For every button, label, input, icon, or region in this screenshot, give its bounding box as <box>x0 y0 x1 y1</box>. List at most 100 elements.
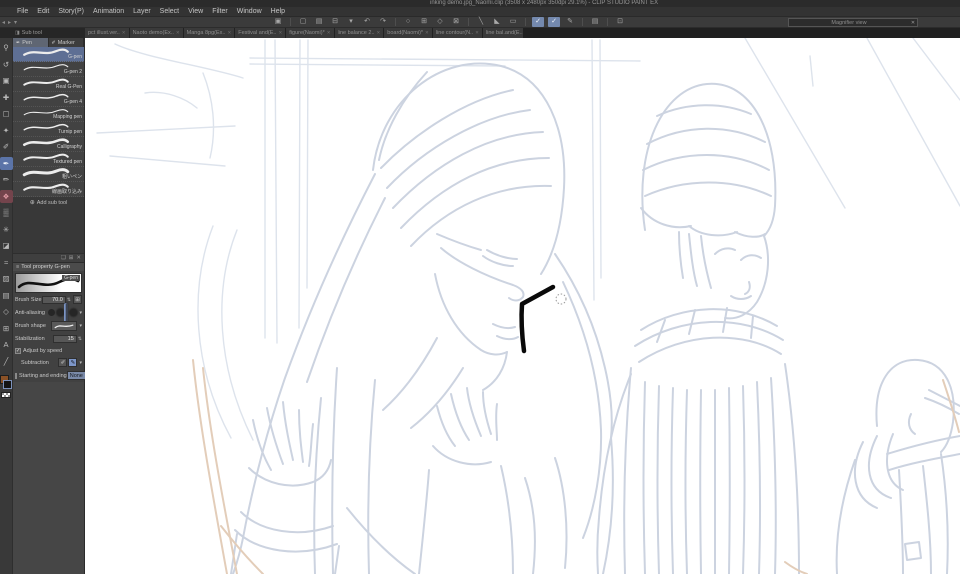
invert-select-icon[interactable]: ◇ <box>434 17 446 27</box>
brush-item[interactable]: Mapping pen <box>13 107 84 122</box>
duplicate-subtool-icon[interactable]: ⊞ <box>69 255 74 261</box>
menu-layer[interactable]: Layer <box>133 8 151 15</box>
rotate-view-icon[interactable]: ⊡ <box>614 17 626 27</box>
correct-line-icon[interactable]: ✎ <box>564 17 576 27</box>
subtraction-on-option[interactable]: ✎ <box>68 358 78 367</box>
ruler-tool-icon[interactable]: ╱ <box>0 355 13 368</box>
close-tab-icon[interactable]: ✕ <box>475 30 479 36</box>
document-tab[interactable]: figure(Naomi)* ✕ <box>286 28 335 38</box>
undo-icon[interactable]: ↶ <box>361 17 373 27</box>
start-end-checkbox[interactable] <box>15 372 17 379</box>
select-layer-icon[interactable]: ⊞ <box>418 17 430 27</box>
menu-filter[interactable]: Filter <box>212 8 228 15</box>
close-tab-icon[interactable]: ✕ <box>425 30 429 36</box>
brush-item[interactable]: Textured pen <box>13 152 84 167</box>
tab-marker[interactable]: ✐ Marker <box>48 38 84 47</box>
transparent-color-swatch[interactable] <box>1 392 11 398</box>
document-tab[interactable]: Manga 8pg(Ex.. ✕ <box>183 28 236 38</box>
tab-pen[interactable]: ✒ Pen <box>13 38 49 47</box>
aa-none-option[interactable] <box>48 309 56 316</box>
operation-tool-icon[interactable]: ▣ <box>0 74 13 87</box>
nav-back-icon[interactable]: ◂ <box>2 19 5 26</box>
brush-item[interactable]: 粗いペン <box>13 167 84 182</box>
workspace-icon[interactable]: ▣ <box>272 17 284 27</box>
close-tab-icon[interactable]: ✕ <box>278 30 282 36</box>
nav-forward-icon[interactable]: ▸ <box>8 19 11 26</box>
nav-menu-icon[interactable]: ▾ <box>14 19 17 26</box>
tool-property-header[interactable]: ≡ Tool property G-pen <box>13 262 84 271</box>
brush-item[interactable]: G-pen 2 <box>13 62 84 77</box>
redo-icon[interactable]: ↷ <box>377 17 389 27</box>
background-color-swatch[interactable] <box>3 380 12 389</box>
document-tab[interactable]: board(Naomi)* ✕ <box>384 28 433 38</box>
canvas[interactable] <box>85 38 960 574</box>
frame-tool-icon[interactable]: ⊞ <box>0 322 13 335</box>
auto-select-tool-icon[interactable]: ✦ <box>0 124 13 137</box>
adjust-by-speed-checkbox[interactable]: ✓ <box>15 347 21 354</box>
menu-select[interactable]: Select <box>160 8 179 15</box>
document-tab[interactable]: pct illust.ver.. ✕ <box>85 28 130 38</box>
open-file-icon[interactable]: ▤ <box>313 17 325 27</box>
close-tab-icon[interactable]: ✕ <box>327 30 331 36</box>
snap-perspective-icon[interactable]: ◣ <box>491 17 503 27</box>
chevron-down-icon[interactable]: ▾ <box>79 310 82 316</box>
snap-line-icon[interactable]: ✓ <box>548 17 560 27</box>
eyedropper-tool-icon[interactable]: ✐ <box>0 140 13 153</box>
menu-window[interactable]: Window <box>237 8 262 15</box>
save-file-icon[interactable]: ⊟ <box>329 17 341 27</box>
aa-weak-option[interactable] <box>57 309 65 316</box>
document-tab[interactable]: Naoto demo(Ex.. ✕ <box>129 28 184 38</box>
close-tab-icon[interactable]: ✕ <box>377 30 381 36</box>
deselect-icon[interactable]: ○ <box>402 17 414 27</box>
close-tab-icon[interactable]: ✕ <box>176 30 180 36</box>
brush-item[interactable]: Real G-Pen <box>13 77 84 92</box>
aa-strong-option[interactable] <box>70 309 78 316</box>
brush-tool-icon[interactable]: ❖ <box>0 189 13 203</box>
new-subtool-icon[interactable]: ❏ <box>61 255 66 261</box>
figure-tool-icon[interactable]: ◇ <box>0 305 13 318</box>
rotate-tool-icon[interactable]: ↺ <box>0 58 13 71</box>
menu-view[interactable]: View <box>188 8 203 15</box>
close-tab-icon[interactable]: ✕ <box>227 30 231 36</box>
document-tab[interactable]: line contour(N.. ✕ <box>432 28 483 38</box>
selection-tool-icon[interactable]: ▢ <box>0 107 13 120</box>
menu-file[interactable]: File <box>17 8 28 15</box>
menu-animation[interactable]: Animation <box>93 8 124 15</box>
brush-item[interactable]: G-pen <box>13 47 84 62</box>
new-file-icon[interactable]: ▢ <box>297 17 309 27</box>
text-tool-icon[interactable]: A <box>0 338 13 351</box>
menu-help[interactable]: Help <box>271 8 285 15</box>
pencil-tool-icon[interactable]: ✏ <box>0 173 13 186</box>
pen-tool-icon[interactable]: ✒ <box>0 156 13 170</box>
stabilization-stepper[interactable]: ⇅ <box>78 336 82 342</box>
crop-icon[interactable]: ⊠ <box>450 17 462 27</box>
brush-shape-preview[interactable] <box>51 320 78 331</box>
menu-storyp[interactable]: Story(P) <box>58 8 84 15</box>
snap-ruler-icon[interactable]: ╲ <box>475 17 487 27</box>
material-icon[interactable]: ▤ <box>589 17 601 27</box>
blend-tool-icon[interactable]: ≈ <box>0 256 13 269</box>
toolbar-search-box[interactable]: Magnifier view ✕ <box>788 18 918 27</box>
close-tab-icon[interactable]: ✕ <box>122 30 126 36</box>
subtool-panel-header[interactable]: ◨ Sub tool <box>0 28 85 38</box>
document-tab[interactable]: line bal.and(E..✕ <box>482 28 523 38</box>
document-tab[interactable]: line balance 2.. ✕ <box>334 28 385 38</box>
delete-subtool-icon[interactable]: ✕ <box>76 255 81 261</box>
decoration-tool-icon[interactable]: ✳ <box>0 223 13 236</box>
menu-edit[interactable]: Edit <box>37 8 49 15</box>
brush-item[interactable]: Calligraphy <box>13 137 84 152</box>
document-tab[interactable]: Festival and(E.. ✕ <box>235 28 287 38</box>
chevron-down-icon[interactable]: ▾ <box>79 360 82 366</box>
snap-pen-icon[interactable]: ✓ <box>532 17 544 27</box>
frame-border-icon[interactable]: ▭ <box>507 17 519 27</box>
zoom-tool-icon[interactable]: ⚲ <box>0 41 13 54</box>
eraser-tool-icon[interactable]: ◪ <box>0 239 13 252</box>
close-icon[interactable]: ✕ <box>909 20 917 26</box>
airbrush-tool-icon[interactable]: ▒ <box>0 206 13 219</box>
fill-tool-icon[interactable]: ▨ <box>0 272 13 285</box>
stabilization-value[interactable]: 15 <box>52 334 77 343</box>
gradient-tool-icon[interactable]: ▤ <box>0 289 13 302</box>
move-layer-tool-icon[interactable]: ✚ <box>0 91 13 104</box>
brush-item[interactable]: 線画取り込み <box>13 182 84 197</box>
add-subtool-button[interactable]: ⊕ Add sub tool <box>13 197 84 208</box>
